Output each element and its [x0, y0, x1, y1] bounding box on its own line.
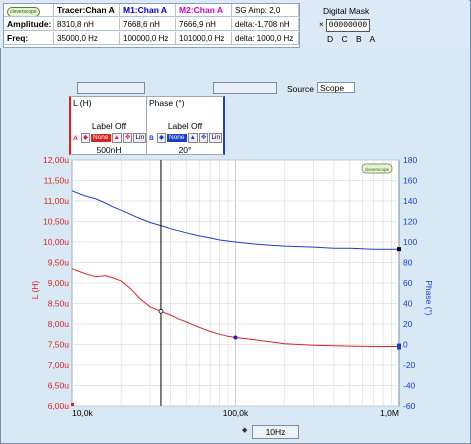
- channel-b-panel: Phase (°) Label Off B ◆ None ▲ ✥ Lin 20°: [146, 96, 225, 155]
- right-axis-label: Phase (°): [424, 280, 434, 316]
- freq-label: Freq:: [4, 32, 54, 45]
- channel-a-move-icon[interactable]: ✥: [122, 133, 133, 143]
- origin-marker: [71, 403, 74, 406]
- blank-field-right[interactable]: [213, 82, 277, 94]
- right-tick-label: 80: [403, 258, 413, 268]
- channel-b-label-off[interactable]: Label Off: [147, 121, 223, 131]
- tracer-point: [158, 308, 164, 314]
- channel-a-lin-button[interactable]: Lin: [133, 133, 147, 143]
- m2-header: M2:Chan A: [176, 4, 232, 17]
- x-axis-ticks: 10,0k 100,0k 1,0M: [72, 408, 399, 418]
- m1-freq: 100000,0 Hz: [120, 32, 176, 45]
- left-tick-label: 9,50u: [48, 258, 70, 268]
- cleverscope-logo: cleverscope: [7, 7, 40, 16]
- left-tick-label: 11,00u: [44, 196, 70, 206]
- channel-a-panel: L (H) Label Off A ◆ None ▲ ✥ Lin 500nH: [69, 96, 148, 155]
- chart-logo-text: cleverscope: [365, 167, 390, 172]
- channel-b-controls: B ◆ None ▲ ✥ Lin: [147, 133, 223, 143]
- x-tick-label: 100,0k: [223, 408, 249, 418]
- scope-chart[interactable]: 12,00u 11,50u 11,00u 10,50u 10,00u 9,50u 9,00u…: [0, 150, 469, 442]
- m1-marker[interactable]: [233, 335, 238, 340]
- source-label: Source: [287, 84, 314, 94]
- x-tick-label: 1,0M: [380, 408, 399, 418]
- amplitude-label: Amplitude:: [4, 18, 54, 31]
- tracer-amplitude: 8310,8 nH: [54, 18, 120, 31]
- left-tick-label: 10,50u: [43, 217, 69, 227]
- freq-step-input[interactable]: 10Hz: [252, 425, 299, 439]
- left-tick-label: 10,00u: [43, 237, 69, 247]
- right-axis-ticks: 180 160 140 120 100 80 60 40 20 0 -20 -40 -60: [403, 155, 417, 411]
- right-tick-label: -60: [403, 401, 416, 411]
- right-tick-label: 0: [403, 340, 408, 350]
- right-tick-label: 20: [403, 319, 413, 329]
- m1-header: M1:Chan A: [120, 4, 176, 17]
- right-tick-label: 120: [403, 217, 417, 227]
- channel-a-letter: A: [73, 134, 78, 142]
- x-tick-label: 10,0k: [72, 408, 94, 418]
- channel-b-color-icon[interactable]: ◆: [157, 133, 166, 143]
- inductance-end-marker: [397, 343, 401, 350]
- m2-freq: 101000,0 Hz: [176, 32, 232, 45]
- left-axis-ticks: 12,00u 11,50u 11,00u 10,50u 10,00u 9,50u 9,00u…: [43, 155, 69, 411]
- digital-mask-clear-icon[interactable]: ×: [319, 20, 324, 29]
- channel-b-none-button[interactable]: None: [167, 134, 187, 142]
- channel-a-none-button[interactable]: None: [91, 134, 111, 142]
- top-bar: cleverscope Tracer:Chan A M1:Chan A M2:C…: [0, 0, 469, 48]
- left-tick-label: 7,50u: [48, 340, 70, 350]
- channel-b-letter: B: [149, 134, 154, 142]
- tracer-freq: 35000,0 Hz: [54, 32, 120, 45]
- left-tick-label: 6,00u: [48, 401, 70, 411]
- m1-amplitude: 7668,6 nH: [120, 18, 176, 31]
- left-tick-label: 9,00u: [48, 278, 70, 288]
- channel-a-controls: A ◆ None ▲ ✥ Lin: [71, 133, 147, 143]
- left-tick-label: 8,50u: [48, 299, 70, 309]
- left-tick-label: 6,50u: [48, 381, 70, 391]
- left-axis-label: L (H): [30, 281, 40, 300]
- phase-end-marker: [397, 247, 401, 252]
- left-tick-label: 12,00u: [43, 155, 69, 165]
- left-tick-label: 8,00u: [48, 319, 70, 329]
- channel-b-scale-up-icon[interactable]: ▲: [187, 133, 198, 143]
- grid: [71, 159, 399, 407]
- right-tick-label: 180: [403, 155, 417, 165]
- right-tick-label: 40: [403, 299, 413, 309]
- marker-readout-table: cleverscope Tracer:Chan A M1:Chan A M2:C…: [3, 3, 300, 48]
- right-tick-label: -20: [403, 360, 416, 370]
- right-tick-label: 160: [403, 176, 417, 186]
- m2-amplitude: 7666,9 nH: [176, 18, 232, 31]
- channel-a-scale-up-icon[interactable]: ▲: [111, 133, 122, 143]
- tracer-header: Tracer:Chan A: [54, 4, 120, 17]
- source-select[interactable]: Scope: [317, 82, 355, 93]
- channel-a-label-off[interactable]: Label Off: [71, 121, 147, 131]
- digital-mask-input[interactable]: 00000000: [326, 19, 370, 32]
- channel-b-lin-button[interactable]: Lin: [209, 133, 223, 143]
- left-tick-label: 7,00u: [48, 360, 70, 370]
- channel-a-title: L (H): [73, 98, 92, 108]
- right-tick-label: 140: [403, 196, 417, 206]
- digital-mask-title: Digital Mask: [323, 6, 370, 16]
- delta-freq: delta: 1000,0 Hz: [232, 32, 299, 45]
- right-tick-label: 100: [403, 237, 417, 247]
- left-tick-label: 11,50u: [44, 176, 70, 186]
- delta-amplitude: delta:-1,708 nH: [232, 18, 299, 31]
- freq-spinner-icon[interactable]: ◆: [242, 426, 247, 434]
- blank-field-left[interactable]: [77, 82, 145, 94]
- logo-cell: cleverscope: [4, 4, 54, 17]
- channel-b-title: Phase (°): [149, 98, 185, 108]
- sg-header: SG Amp: 2,0: [232, 4, 299, 17]
- right-tick-label: 60: [403, 278, 413, 288]
- right-tick-label: -40: [403, 381, 416, 391]
- channel-a-color-icon[interactable]: ◆: [81, 133, 90, 143]
- channel-b-move-icon[interactable]: ✥: [198, 133, 209, 143]
- chart-logo: cleverscope: [361, 163, 393, 174]
- digital-mask-bits: D C B A: [327, 34, 379, 44]
